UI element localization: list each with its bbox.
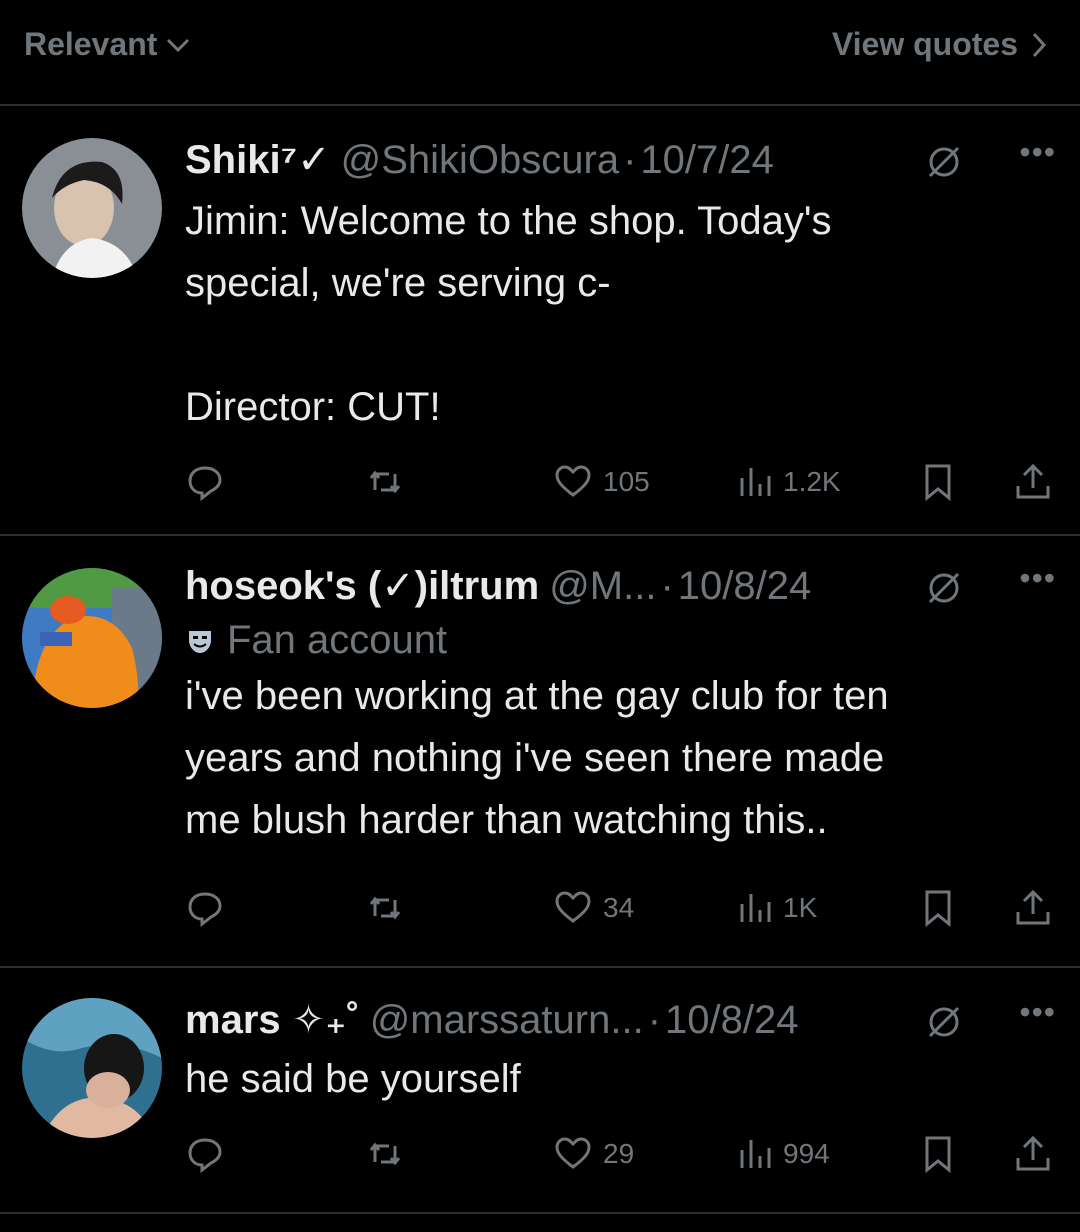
- like-count: 29: [603, 1138, 635, 1169]
- more-options-icon[interactable]: •••: [1019, 994, 1056, 1031]
- chevron-right-icon: [1032, 32, 1047, 57]
- like-button[interactable]: 105: [553, 462, 650, 502]
- reply-button[interactable]: [185, 462, 225, 502]
- view-count: 1.2K: [783, 466, 841, 497]
- tweet[interactable]: Shiki⁷✓ @ShikiObscura · 10/7/24 ••• Jimi…: [0, 106, 1080, 536]
- sort-label: Relevant: [24, 26, 158, 62]
- more-options-icon[interactable]: •••: [1019, 560, 1056, 597]
- analytics-icon: [740, 894, 771, 922]
- analytics-icon: [740, 468, 771, 496]
- more-options-icon[interactable]: •••: [1019, 134, 1056, 171]
- heart-icon: [555, 891, 591, 923]
- view-quotes-link[interactable]: View quotes: [832, 26, 1048, 63]
- tweet-date[interactable]: 10/7/24: [640, 138, 773, 183]
- chevron-down-icon: [167, 38, 190, 52]
- theater-mask-icon: [189, 630, 211, 653]
- share-button[interactable]: [1013, 1134, 1053, 1174]
- retweet-icon: [369, 1142, 401, 1166]
- view-quotes-label: View quotes: [831, 26, 1018, 62]
- avatar[interactable]: [22, 568, 162, 708]
- tweet-actions: 105 1.2K: [185, 462, 1055, 512]
- analytics-icon: [740, 1140, 771, 1168]
- tweet-actions: 29 994: [185, 1134, 1055, 1184]
- share-button[interactable]: [1013, 888, 1053, 928]
- grok-icon[interactable]: [924, 568, 964, 608]
- retweet-icon: [369, 470, 401, 494]
- reply-button[interactable]: [185, 1134, 225, 1174]
- bookmark-button[interactable]: [920, 462, 956, 502]
- reply-icon: [188, 1138, 222, 1174]
- reply-icon: [188, 892, 222, 928]
- like-button[interactable]: 29: [553, 1134, 634, 1174]
- reply-icon: [188, 466, 222, 502]
- grok-icon[interactable]: [924, 1002, 964, 1042]
- view-count: 1K: [783, 892, 818, 923]
- sort-dropdown[interactable]: Relevant: [24, 26, 193, 63]
- retweet-icon: [369, 896, 401, 920]
- retweet-button[interactable]: [365, 1134, 405, 1174]
- tweet-text: Jimin: Welcome to the shop. Today's spec…: [185, 199, 832, 429]
- views-button[interactable]: 994: [737, 1134, 830, 1174]
- user-handle[interactable]: @ShikiObscura: [341, 138, 619, 183]
- user-handle[interactable]: @M...: [549, 564, 656, 609]
- avatar[interactable]: [22, 138, 162, 278]
- tweet-text: i've been working at the gay club for te…: [185, 674, 889, 842]
- bookmark-button[interactable]: [920, 888, 956, 928]
- share-icon: [1016, 1135, 1050, 1171]
- heart-icon: [555, 465, 591, 497]
- bookmark-icon: [925, 464, 951, 502]
- reply-button[interactable]: [185, 888, 225, 928]
- bookmark-icon: [925, 1136, 951, 1174]
- views-button[interactable]: 1K: [737, 888, 817, 928]
- like-count: 105: [603, 466, 650, 497]
- view-count: 994: [783, 1138, 830, 1169]
- quote-header-bar: Relevant View quotes: [0, 0, 1080, 106]
- display-name[interactable]: hoseok's (✓)iltrum: [185, 563, 539, 609]
- display-name[interactable]: mars ✧₊˚: [185, 997, 360, 1043]
- like-button[interactable]: 34: [553, 888, 634, 928]
- fan-account-label: Fan account: [227, 618, 448, 662]
- user-handle[interactable]: @marssaturn...: [370, 998, 644, 1043]
- tweet[interactable]: mars ✧₊˚ @marssaturn... · 10/8/24 ••• he…: [0, 968, 1080, 1214]
- heart-icon: [555, 1137, 591, 1169]
- bookmark-icon: [925, 890, 951, 928]
- like-count: 34: [603, 892, 635, 923]
- avatar[interactable]: [22, 998, 162, 1138]
- tweet-actions: 34 1K: [185, 888, 1055, 938]
- tweet-date[interactable]: 10/8/24: [665, 998, 798, 1043]
- share-button[interactable]: [1013, 462, 1053, 502]
- share-icon: [1016, 463, 1050, 499]
- tweet-text: he said be yourself: [185, 1057, 521, 1101]
- display-name[interactable]: Shiki⁷✓: [185, 137, 331, 183]
- affiliate-badge: Fan account: [185, 618, 1056, 663]
- bookmark-button[interactable]: [920, 1134, 956, 1174]
- share-icon: [1016, 889, 1050, 925]
- views-button[interactable]: 1.2K: [737, 462, 841, 502]
- tweet[interactable]: hoseok's (✓)iltrum @M... · 10/8/24 ••• F…: [0, 536, 1080, 968]
- retweet-button[interactable]: [365, 888, 405, 928]
- tweet-date[interactable]: 10/8/24: [678, 564, 811, 609]
- grok-icon[interactable]: [924, 142, 964, 182]
- retweet-button[interactable]: [365, 462, 405, 502]
